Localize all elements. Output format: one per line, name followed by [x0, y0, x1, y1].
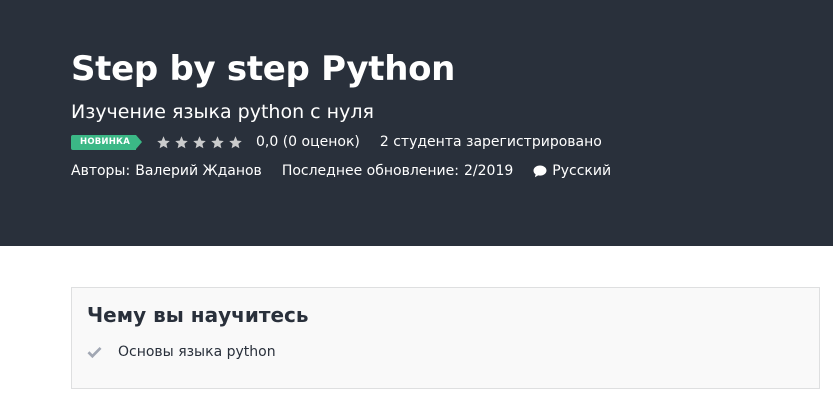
- new-badge-label: НОВИНКА: [71, 134, 136, 150]
- what-you-will-learn-title: Чему вы научитесь: [87, 303, 309, 327]
- course-language: Русский: [533, 161, 611, 181]
- authors-label: Авторы:: [71, 163, 131, 179]
- star-rating[interactable]: [156, 135, 246, 150]
- star-icon: [156, 135, 171, 150]
- course-language-label: Русский: [552, 163, 612, 179]
- star-icon: [174, 135, 189, 150]
- enrolled-count: 2 студента зарегистрировано: [379, 134, 602, 150]
- what-you-will-learn: Чему вы научитесь Основы языка python: [71, 287, 820, 389]
- star-icon: [228, 135, 243, 150]
- rating-text: 0,0 (0 оценок): [255, 134, 360, 150]
- author-link[interactable]: Валерий Жданов: [135, 163, 262, 179]
- list-item-label: Основы языка python: [118, 344, 276, 360]
- course-subtitle: Изучение языка python с нуля: [71, 101, 374, 123]
- list-item: Основы языка python: [87, 342, 276, 362]
- new-badge: НОВИНКА: [71, 134, 142, 150]
- rating-row: НОВИНКА 0,0 (0 оценок) 2 студента зареги…: [71, 132, 602, 152]
- course-header: Step by step Python Изучение языка pytho…: [0, 0, 833, 246]
- course-details-row: Авторы: Валерий Жданов Последнее обновлен…: [71, 161, 611, 181]
- star-icon: [192, 135, 207, 150]
- star-icon: [210, 135, 225, 150]
- new-badge-tip: [135, 135, 142, 149]
- authors: Авторы: Валерий Жданов: [71, 161, 262, 181]
- last-updated-value: 2/2019: [464, 163, 514, 179]
- course-title: Step by step Python: [71, 49, 456, 89]
- last-updated-label: Последнее обновление:: [281, 163, 459, 179]
- last-updated: Последнее обновление: 2/2019: [282, 161, 513, 181]
- check-icon: [87, 346, 102, 359]
- speech-bubble-icon: [533, 165, 547, 178]
